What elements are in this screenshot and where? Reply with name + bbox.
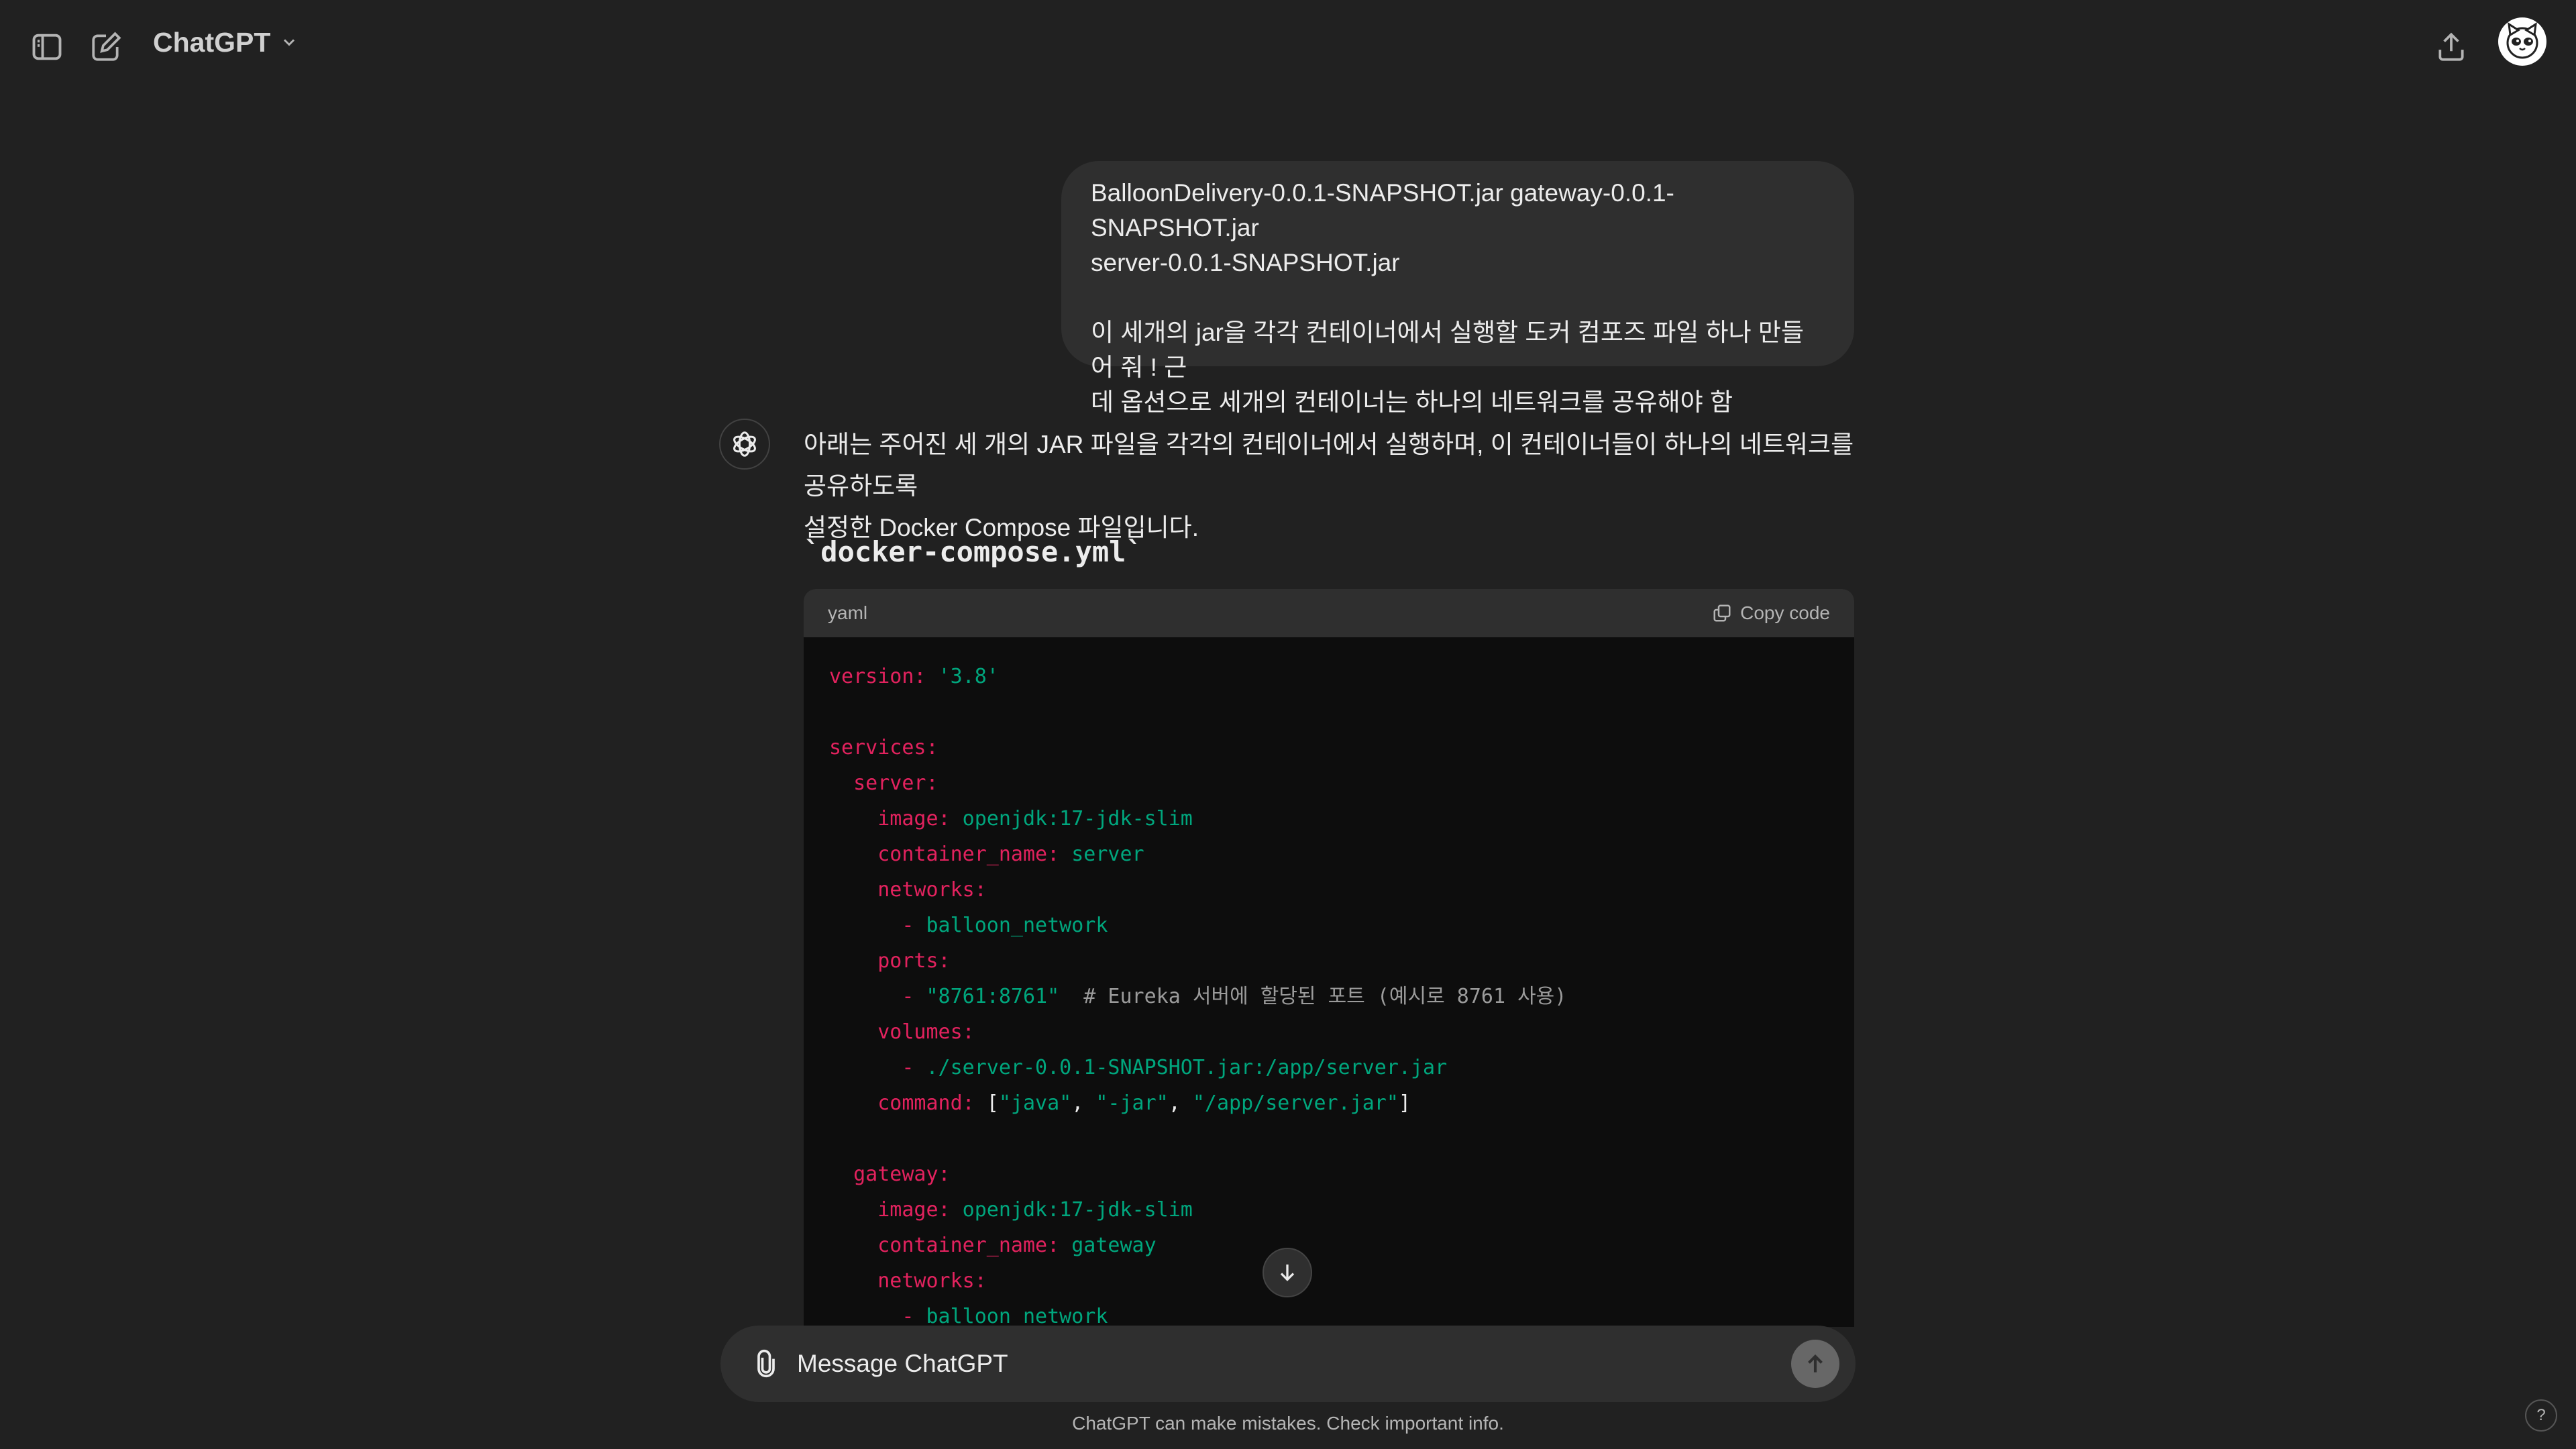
assistant-avatar bbox=[719, 419, 770, 470]
yaml-value: balloon_network bbox=[914, 914, 1108, 937]
yaml-punct: , bbox=[1071, 1091, 1096, 1115]
disclaimer-text: ChatGPT can make mistakes. Check importa… bbox=[1072, 1413, 1504, 1434]
model-selector[interactable]: ChatGPT bbox=[153, 25, 299, 59]
code-block-header: yaml Copy code bbox=[804, 589, 1854, 637]
help-button[interactable]: ? bbox=[2525, 1399, 2557, 1432]
assistant-text-line: 아래는 주어진 세 개의 JAR 파일을 각각의 컨테이너에서 실행하며, 이 … bbox=[804, 431, 1854, 500]
copy-icon bbox=[1713, 604, 1731, 622]
code-line: - ./server-0.0.1-SNAPSHOT.jar:/app/serve… bbox=[829, 1050, 1829, 1085]
arrow-down-icon bbox=[1280, 1265, 1295, 1281]
code-line: server: bbox=[829, 765, 1829, 801]
code-line: image: openjdk:17-jdk-slim bbox=[829, 801, 1829, 837]
code-line: command: ["java", "-jar", "/app/server.j… bbox=[829, 1085, 1829, 1121]
yaml-key: command: bbox=[829, 1091, 975, 1115]
yaml-key: - bbox=[829, 985, 914, 1008]
yaml-key: ports: bbox=[829, 949, 951, 973]
code-line: networks: bbox=[829, 1263, 1829, 1299]
yaml-key: container_name: bbox=[829, 1234, 1060, 1257]
new-chat-icon[interactable] bbox=[85, 25, 127, 68]
yaml-key: volumes: bbox=[829, 1020, 975, 1044]
user-message-line: 이 세개의 jar을 각각 컨테이너에서 실행할 도커 컴포즈 파일 하나 만들… bbox=[1091, 319, 1804, 381]
code-language: yaml bbox=[828, 602, 868, 623]
yaml-key: server: bbox=[829, 771, 938, 795]
file-heading: `docker-compose.yml` bbox=[804, 535, 1143, 568]
yaml-comment: # Eureka 서버에 할당된 포트 (예시로 8761 사용) bbox=[1059, 985, 1567, 1008]
yaml-punct: [ bbox=[974, 1091, 999, 1115]
code-line: - balloon_network bbox=[829, 908, 1829, 943]
yaml-key: networks: bbox=[829, 878, 987, 902]
assistant-message: 아래는 주어진 세 개의 JAR 파일을 각각의 컨테이너에서 실행하며, 이 … bbox=[804, 424, 1857, 549]
yaml-key: version: bbox=[829, 665, 926, 688]
avatar-cat-icon bbox=[2506, 22, 2538, 59]
arrow-up-icon bbox=[1808, 1354, 1823, 1373]
user-message-line: server-0.0.1-SNAPSHOT.jar bbox=[1091, 249, 1400, 276]
user-message-line: 데 옵션으로 세개의 컨테이너는 하나의 네트워크를 공유해야 함 bbox=[1091, 388, 1733, 416]
yaml-key: - bbox=[829, 1305, 914, 1327]
yaml-value: "java" bbox=[998, 1091, 1072, 1115]
openai-logo-icon bbox=[733, 431, 756, 457]
code-line: container_name: gateway bbox=[829, 1228, 1829, 1263]
message-composer bbox=[720, 1326, 1856, 1402]
share-icon[interactable] bbox=[2430, 25, 2473, 68]
yaml-key: networks: bbox=[829, 1269, 987, 1293]
yaml-value: server bbox=[1059, 843, 1144, 866]
yaml-key: - bbox=[829, 914, 914, 937]
message-input[interactable] bbox=[797, 1346, 1750, 1382]
yaml-value: balloon_network bbox=[914, 1305, 1108, 1327]
yaml-punct: ] bbox=[1398, 1091, 1411, 1115]
attach-button[interactable] bbox=[747, 1345, 785, 1383]
code-line: services: bbox=[829, 730, 1829, 765]
yaml-value: ./server-0.0.1-SNAPSHOT.jar:/app/server.… bbox=[914, 1056, 1448, 1079]
model-name: ChatGPT bbox=[153, 26, 271, 58]
code-line: image: openjdk:17-jdk-slim bbox=[829, 1192, 1829, 1228]
code-line: gateway: bbox=[829, 1157, 1829, 1192]
sidebar-toggle-icon[interactable] bbox=[25, 25, 68, 68]
yaml-value: gateway bbox=[1059, 1234, 1157, 1257]
code-line: - "8761:8761" # Eureka 서버에 할당된 포트 (예시로 8… bbox=[829, 979, 1829, 1014]
code-line: container_name: server bbox=[829, 837, 1829, 872]
code-line: networks: bbox=[829, 872, 1829, 908]
code-line: - balloon_network bbox=[829, 1299, 1829, 1327]
code-content: version: '3.8' services: server: image: … bbox=[804, 637, 1854, 1327]
scroll-to-bottom-button[interactable] bbox=[1263, 1248, 1312, 1297]
chevron-down-icon bbox=[284, 39, 295, 46]
copy-code-button[interactable]: Copy code bbox=[1712, 602, 1830, 624]
user-message-line: BalloonDelivery-0.0.1-SNAPSHOT.jar gatew… bbox=[1091, 179, 1674, 241]
yaml-key: container_name: bbox=[829, 843, 1060, 866]
yaml-punct: , bbox=[1168, 1091, 1193, 1115]
yaml-value: openjdk:17-jdk-slim bbox=[950, 807, 1193, 830]
user-message: BalloonDelivery-0.0.1-SNAPSHOT.jar gatew… bbox=[1061, 161, 1854, 416]
top-bar: ChatGPT bbox=[0, 0, 2576, 84]
code-line: ports: bbox=[829, 943, 1829, 979]
copy-code-label: Copy code bbox=[1740, 602, 1830, 623]
paperclip-icon bbox=[757, 1350, 775, 1378]
yaml-key: gateway: bbox=[829, 1163, 951, 1186]
yaml-key: - bbox=[829, 1056, 914, 1079]
yaml-value: '3.8' bbox=[926, 665, 999, 688]
code-line: version: '3.8' bbox=[829, 659, 1829, 694]
user-avatar[interactable] bbox=[2498, 17, 2546, 66]
send-button[interactable] bbox=[1791, 1340, 1839, 1388]
yaml-value: "-jar" bbox=[1095, 1091, 1169, 1115]
yaml-key: image: bbox=[829, 1198, 951, 1222]
yaml-value: openjdk:17-jdk-slim bbox=[950, 1198, 1193, 1222]
yaml-key: image: bbox=[829, 807, 951, 830]
code-line: volumes: bbox=[829, 1014, 1829, 1050]
yaml-value: "8761:8761" bbox=[914, 985, 1060, 1008]
code-block: yaml Copy code version: '3.8' services: … bbox=[804, 589, 1854, 1327]
yaml-value: "/app/server.jar" bbox=[1192, 1091, 1399, 1115]
yaml-key: services: bbox=[829, 736, 938, 759]
